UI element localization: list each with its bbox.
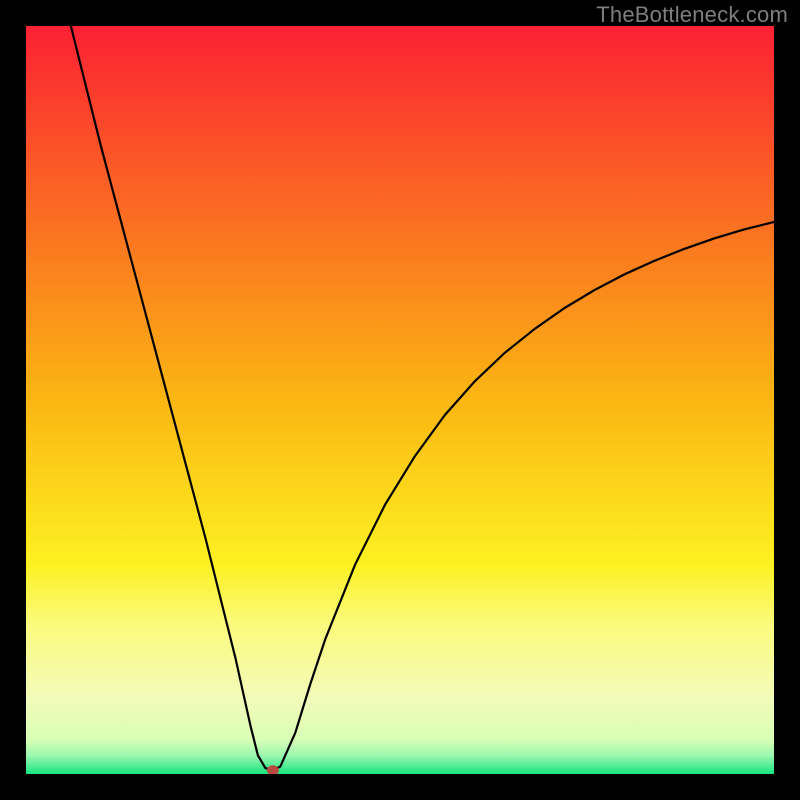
- chart-container: TheBottleneck.com: [0, 0, 800, 800]
- gradient-background: [26, 26, 774, 774]
- plot-area: [26, 26, 774, 774]
- chart-svg: [26, 26, 774, 774]
- watermark-text: TheBottleneck.com: [596, 2, 788, 28]
